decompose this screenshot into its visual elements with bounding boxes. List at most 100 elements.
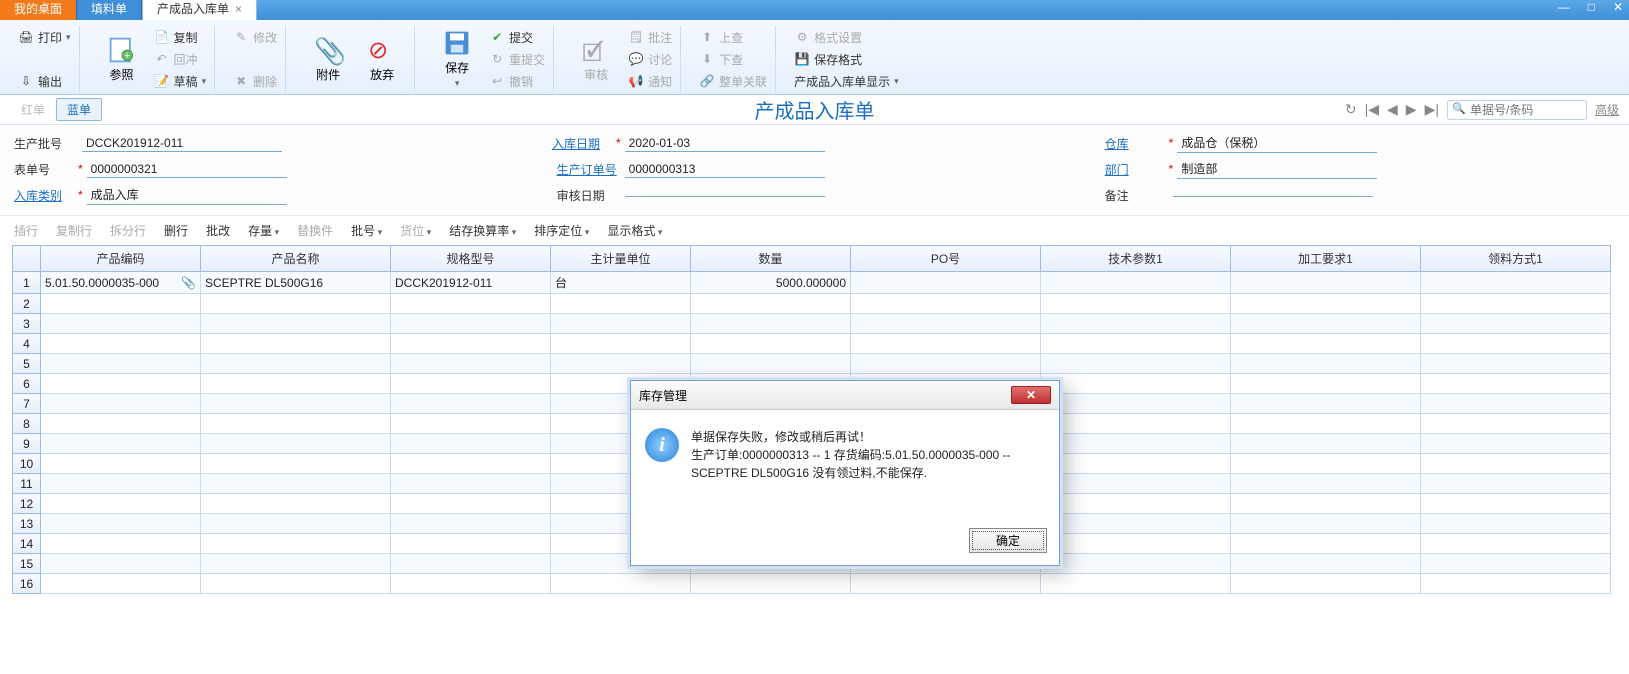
bell-icon: 📢 [628,73,644,89]
val-auditdate[interactable] [625,194,825,197]
last-icon[interactable]: ▶| [1425,101,1439,118]
val-date[interactable]: 2020-01-03 [625,135,825,152]
gt-delete[interactable]: 删行 [164,222,188,239]
reference-button[interactable]: + 参照 [98,36,146,83]
audit-button[interactable]: 🗹审核 [572,36,620,83]
gt-lot[interactable]: 批号 [351,222,382,239]
col-tech1[interactable]: 技术参数1 [1041,246,1231,272]
blue-doc-tab[interactable]: 蓝单 [56,98,102,121]
label-type[interactable]: 入库类别 [14,187,74,204]
gt-sort[interactable]: 排序定位 [534,222,589,239]
dialog-message: 单据保存失败，修改或稍后再试！ 生产订单:0000000313 -- 1 存货编… [691,428,1045,510]
table-row[interactable]: 3 [13,314,1611,334]
table-row[interactable]: 5 [13,354,1611,374]
col-spec[interactable]: 规格型号 [391,246,551,272]
submit-button[interactable]: ✔提交 [489,29,533,46]
col-pick1[interactable]: 领料方式1 [1421,246,1611,272]
trace-up-button[interactable]: ⬆上查 [699,29,743,46]
trace-down-button[interactable]: ⬇下查 [699,51,743,68]
val-order[interactable]: 0000000313 [625,161,825,178]
advanced-link[interactable]: 高级 [1595,101,1619,118]
gt-copy[interactable]: 复制行 [56,222,92,239]
col-name[interactable]: 产品名称 [201,246,391,272]
label-date[interactable]: 入库日期 [552,135,612,152]
table-row[interactable]: 15.01.50.0000035-000📎SCEPTRE DL500G16DCC… [13,272,1611,294]
refresh-icon[interactable]: ↻ [1345,101,1357,118]
gt-insert[interactable]: 插行 [14,222,38,239]
notify-button[interactable]: 📢通知 [628,73,672,90]
edit-button[interactable]: ✎修改 [233,29,277,46]
table-row[interactable]: 16 [13,574,1611,594]
note-icon: 🗒 [628,29,644,45]
close-icon[interactable]: × [235,2,242,16]
next-icon[interactable]: ▶ [1406,101,1417,118]
gt-rate[interactable]: 结存换算率 [449,222,516,239]
val-type[interactable]: 成品入库 [87,185,287,205]
header-form: 生产批号DCCK201912-011 入库日期*2020-01-03 仓库*成品… [0,125,1629,215]
rollback-button[interactable]: ↶回冲 [154,51,198,68]
attach-button[interactable]: 📎附件 [304,36,352,83]
delete-button[interactable]: ✖删除 [233,73,277,90]
revoke-icon: ↩ [489,73,505,89]
gt-replace[interactable]: 替换件 [297,222,333,239]
copy-icon: 📄 [154,29,170,45]
label-batch: 生产批号 [14,135,74,152]
format-button[interactable]: ⚙格式设置 [794,29,862,46]
col-qty[interactable]: 数量 [691,246,851,272]
printer-icon: 🖨 [18,29,34,45]
gt-loc[interactable]: 货位 [400,222,431,239]
tab-material[interactable]: 填料单 [77,0,142,20]
col-req1[interactable]: 加工要求1 [1231,246,1421,272]
resubmit-button[interactable]: ↻重提交 [489,51,545,68]
pencil-icon: ✎ [233,29,249,45]
dialog-title: 库存管理 [639,387,687,404]
print-button[interactable]: 🖨打印 [18,29,71,46]
table-row[interactable]: 4 [13,334,1611,354]
prev-icon[interactable]: ◀ [1387,101,1398,118]
save-button[interactable]: 保存 [433,29,481,89]
val-remark[interactable] [1173,194,1373,197]
paperclip-icon[interactable]: 📎 [181,276,196,290]
col-unit[interactable]: 主计量单位 [551,246,691,272]
minimize-button[interactable]: — [1558,0,1570,14]
red-doc-tab[interactable]: 红单 [10,98,56,121]
table-row[interactable]: 2 [13,294,1611,314]
label-dept[interactable]: 部门 [1105,161,1165,178]
export-button[interactable]: ⇩输出 [18,73,62,90]
maximize-button[interactable]: □ [1588,0,1595,14]
gt-batch[interactable]: 批改 [206,222,230,239]
save-icon [443,29,471,57]
val-dept[interactable]: 制造部 [1177,159,1377,179]
dialog-close-button[interactable]: ✕ [1011,386,1051,404]
discuss-button[interactable]: 💬讨论 [628,51,672,68]
link-icon: 🔗 [699,73,715,89]
tab-finished-in[interactable]: 产成品入库单× [142,0,257,20]
col-code[interactable]: 产品编码 [41,246,201,272]
gt-display[interactable]: 显示格式 [607,222,662,239]
save-format-button[interactable]: 💾保存格式 [794,51,862,68]
draft-button[interactable]: 📝草稿 [154,73,207,90]
label-warehouse[interactable]: 仓库 [1105,135,1165,152]
search-input[interactable] [1447,100,1587,120]
revoke-button[interactable]: ↩撤销 [489,73,533,90]
reference-icon: + [108,36,136,64]
tab-desktop[interactable]: 我的桌面 [0,0,77,20]
col-po[interactable]: PO号 [851,246,1041,272]
label-order[interactable]: 生产订单号 [557,161,617,178]
whole-link-button[interactable]: 🔗整单关联 [699,73,767,90]
batch-audit-button[interactable]: 🗒批注 [628,29,672,46]
gt-stock[interactable]: 存量 [248,222,279,239]
display-button[interactable]: 产成品入库单显示 [794,73,899,90]
val-warehouse[interactable]: 成品仓（保税） [1177,133,1377,153]
svg-text:+: + [124,49,130,61]
val-batch[interactable]: DCCK201912-011 [82,135,282,152]
abandon-button[interactable]: ⊘放弃 [358,36,406,83]
gt-split[interactable]: 拆分行 [110,222,146,239]
dialog-ok-button[interactable]: 确定 [969,528,1047,553]
col-rownum[interactable] [13,246,41,272]
copy-button[interactable]: 📄复制 [154,29,198,46]
first-icon[interactable]: |◀ [1365,101,1379,118]
close-button[interactable]: ✕ [1613,0,1623,14]
val-docno[interactable]: 0000000321 [87,161,287,178]
down-icon: ⬇ [699,51,715,67]
